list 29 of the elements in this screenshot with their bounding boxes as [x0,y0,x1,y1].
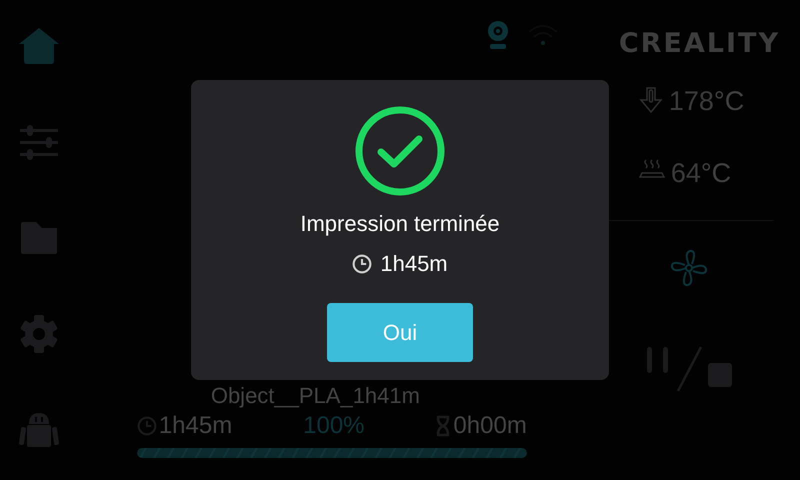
pause-stop-icon [644,345,734,393]
clock-icon [352,254,372,274]
pause-stop-button[interactable] [644,345,734,393]
percent-sign: % [343,412,365,440]
wifi-icon[interactable] [526,23,559,47]
sliders-icon [19,124,60,160]
settings-icon [19,314,60,354]
elapsed-time: 1h45m [158,412,232,440]
webcam-icon[interactable] [486,20,509,50]
clock-icon [136,416,157,436]
robot-icon [18,411,60,449]
remaining-time: 0h00m [453,412,527,440]
confirm-button[interactable]: Oui [327,303,473,362]
home-icon [17,26,62,66]
file-name: Object__PLA_1h41m [210,384,421,408]
temperature-value: 64 [670,158,701,189]
hourglass-icon [435,415,452,437]
temperature-value: 178 [668,86,714,117]
fan-button[interactable] [670,249,708,287]
nozzle-thermometer-icon [638,86,663,114]
temperature-unit: °C [700,158,732,189]
check-circle-icon [354,105,446,197]
temperature-unit: °C [714,86,744,117]
dialog-title: Impression terminée [300,211,500,237]
heated-bed-icon [638,158,665,180]
brand-logo: CREALITY [618,26,780,60]
print-duration: 1h45m [380,251,448,277]
folder-icon [20,222,58,254]
fan-icon [670,249,708,287]
